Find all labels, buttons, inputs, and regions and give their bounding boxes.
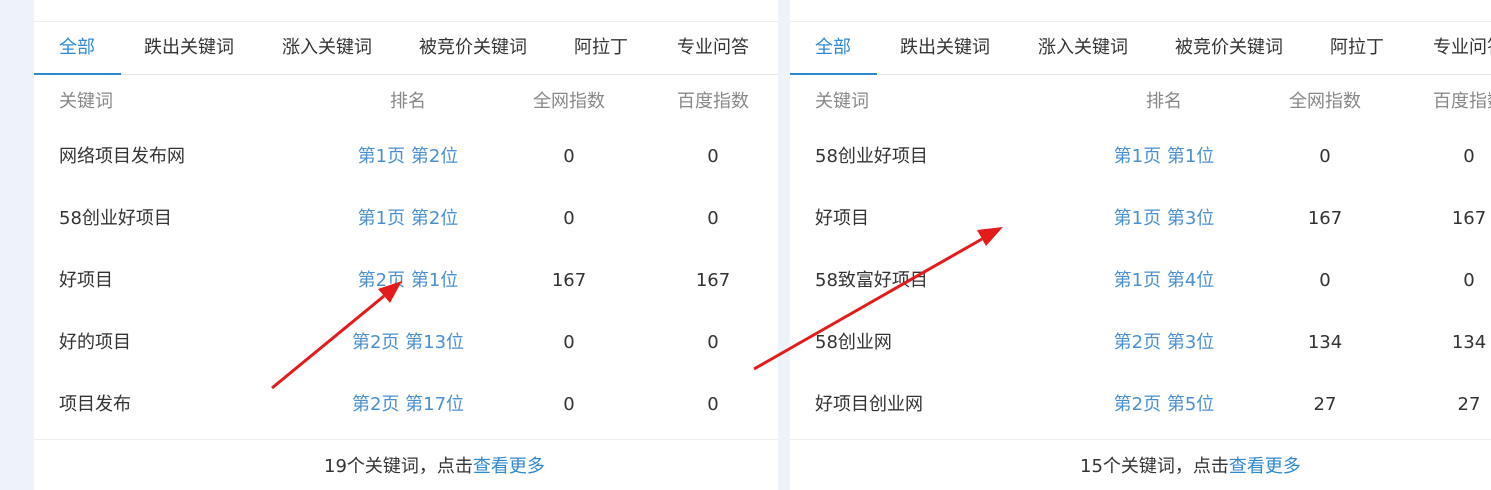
tab-expert-qa[interactable]: 专业问答 [677, 21, 749, 74]
tab-bid-keywords[interactable]: 被竞价关键词 [1175, 21, 1283, 74]
tab-bar: 全部 跌出关键词 涨入关键词 被竞价关键词 阿拉丁 专业问答 [790, 21, 1491, 75]
tab-all[interactable]: 全部 [790, 21, 877, 75]
table-row: 58创业网 第2页 第3位 134 134 [790, 312, 1491, 374]
rank-link[interactable]: 第1页 第2位 [358, 188, 459, 250]
table-row: 项目发布 第2页 第17位 0 0 [34, 374, 778, 436]
table-row: 58致富好项目 第1页 第4位 0 0 [790, 250, 1491, 312]
all-index-cell: 0 [563, 332, 575, 353]
tab-aladdin[interactable]: 阿拉丁 [1330, 21, 1384, 74]
footer-summary: 19个关键词，点击查看更多 [324, 440, 545, 490]
baidu-index-cell: 167 [695, 270, 731, 291]
tab-gained-keywords[interactable]: 涨入关键词 [282, 21, 372, 74]
column-header-rank: 排名 [390, 91, 426, 112]
keyword-cell: 好项目创业网 [815, 394, 923, 415]
tab-all[interactable]: 全部 [34, 21, 121, 75]
column-header-baidu-index: 百度指数 [677, 91, 749, 112]
keyword-count-text: 15个关键词，点击 [1080, 456, 1229, 477]
table-row: 58创业好项目 第1页 第2位 0 0 [34, 188, 778, 250]
keyword-cell: 好的项目 [59, 332, 131, 353]
tab-bar: 全部 跌出关键词 涨入关键词 被竞价关键词 阿拉丁 专业问答 [34, 21, 778, 75]
tab-aladdin[interactable]: 阿拉丁 [574, 21, 628, 74]
baidu-index-cell: 0 [707, 146, 719, 167]
tab-dropped-keywords[interactable]: 跌出关键词 [900, 21, 990, 74]
table-row: 58创业好项目 第1页 第1位 0 0 [790, 126, 1491, 188]
baidu-index-cell: 27 [1457, 394, 1481, 415]
baidu-index-cell: 0 [1463, 146, 1475, 167]
table-row: 好的项目 第2页 第13位 0 0 [34, 312, 778, 374]
all-index-cell: 134 [1307, 332, 1343, 353]
table-footer: 15个关键词，点击查看更多 [790, 439, 1491, 490]
column-header-all-index: 全网指数 [533, 91, 605, 112]
baidu-index-cell: 167 [1451, 208, 1487, 229]
table-row: 好项目创业网 第2页 第5位 27 27 [790, 374, 1491, 436]
all-index-cell: 0 [563, 208, 575, 229]
column-header-all-index: 全网指数 [1289, 91, 1361, 112]
table-row: 好项目 第1页 第3位 167 167 [790, 188, 1491, 250]
footer-summary: 15个关键词，点击查看更多 [1080, 440, 1301, 490]
baidu-index-cell: 0 [1463, 270, 1475, 291]
all-index-cell: 27 [1313, 394, 1337, 415]
tab-expert-qa[interactable]: 专业问答 [1433, 21, 1491, 74]
tab-dropped-keywords[interactable]: 跌出关键词 [144, 21, 234, 74]
all-index-cell: 0 [1319, 146, 1331, 167]
panel-top-strip [34, 0, 778, 22]
rank-link[interactable]: 第1页 第1位 [1114, 126, 1215, 188]
column-header-rank: 排名 [1146, 91, 1182, 112]
baidu-index-cell: 0 [707, 208, 719, 229]
view-more-link[interactable]: 查看更多 [473, 456, 545, 477]
keyword-cell: 网络项目发布网 [59, 146, 185, 167]
keyword-cell: 58创业网 [815, 332, 892, 353]
baidu-index-cell: 134 [1451, 332, 1487, 353]
keyword-cell: 58创业好项目 [59, 208, 172, 229]
baidu-index-cell: 0 [707, 332, 719, 353]
table-header: 关键词 排名 全网指数 百度指数 [790, 74, 1491, 130]
panel-top-strip [790, 0, 1491, 22]
all-index-cell: 0 [563, 146, 575, 167]
rank-link[interactable]: 第2页 第5位 [1114, 374, 1215, 436]
view-more-link[interactable]: 查看更多 [1229, 456, 1301, 477]
table-row: 网络项目发布网 第1页 第2位 0 0 [34, 126, 778, 188]
keyword-cell: 58致富好项目 [815, 270, 928, 291]
table-row: 好项目 第2页 第1位 167 167 [34, 250, 778, 312]
column-header-keyword: 关键词 [815, 91, 869, 112]
rank-link[interactable]: 第2页 第17位 [352, 374, 464, 436]
all-index-cell: 0 [1319, 270, 1331, 291]
rank-link[interactable]: 第2页 第1位 [358, 250, 459, 312]
table-footer: 19个关键词，点击查看更多 [34, 439, 778, 490]
tab-bid-keywords[interactable]: 被竞价关键词 [419, 21, 527, 74]
all-index-cell: 167 [551, 270, 587, 291]
rank-link[interactable]: 第1页 第2位 [358, 126, 459, 188]
rank-link[interactable]: 第2页 第3位 [1114, 312, 1215, 374]
table-header: 关键词 排名 全网指数 百度指数 [34, 74, 778, 130]
keyword-panel-right: 全部 跌出关键词 涨入关键词 被竞价关键词 阿拉丁 专业问答 关键词 排名 全网… [790, 0, 1491, 490]
keyword-cell: 58创业好项目 [815, 146, 928, 167]
baidu-index-cell: 0 [707, 394, 719, 415]
column-header-baidu-index: 百度指数 [1433, 91, 1491, 112]
keyword-cell: 好项目 [59, 270, 113, 291]
keyword-cell: 好项目 [815, 208, 869, 229]
keyword-panel-left: 全部 跌出关键词 涨入关键词 被竞价关键词 阿拉丁 专业问答 关键词 排名 全网… [34, 0, 778, 490]
tab-gained-keywords[interactable]: 涨入关键词 [1038, 21, 1128, 74]
keyword-count-text: 19个关键词，点击 [324, 456, 473, 477]
rank-link[interactable]: 第1页 第4位 [1114, 250, 1215, 312]
all-index-cell: 167 [1307, 208, 1343, 229]
rank-link[interactable]: 第1页 第3位 [1114, 188, 1215, 250]
column-header-keyword: 关键词 [59, 91, 113, 112]
rank-link[interactable]: 第2页 第13位 [352, 312, 464, 374]
all-index-cell: 0 [563, 394, 575, 415]
keyword-cell: 项目发布 [59, 394, 131, 415]
